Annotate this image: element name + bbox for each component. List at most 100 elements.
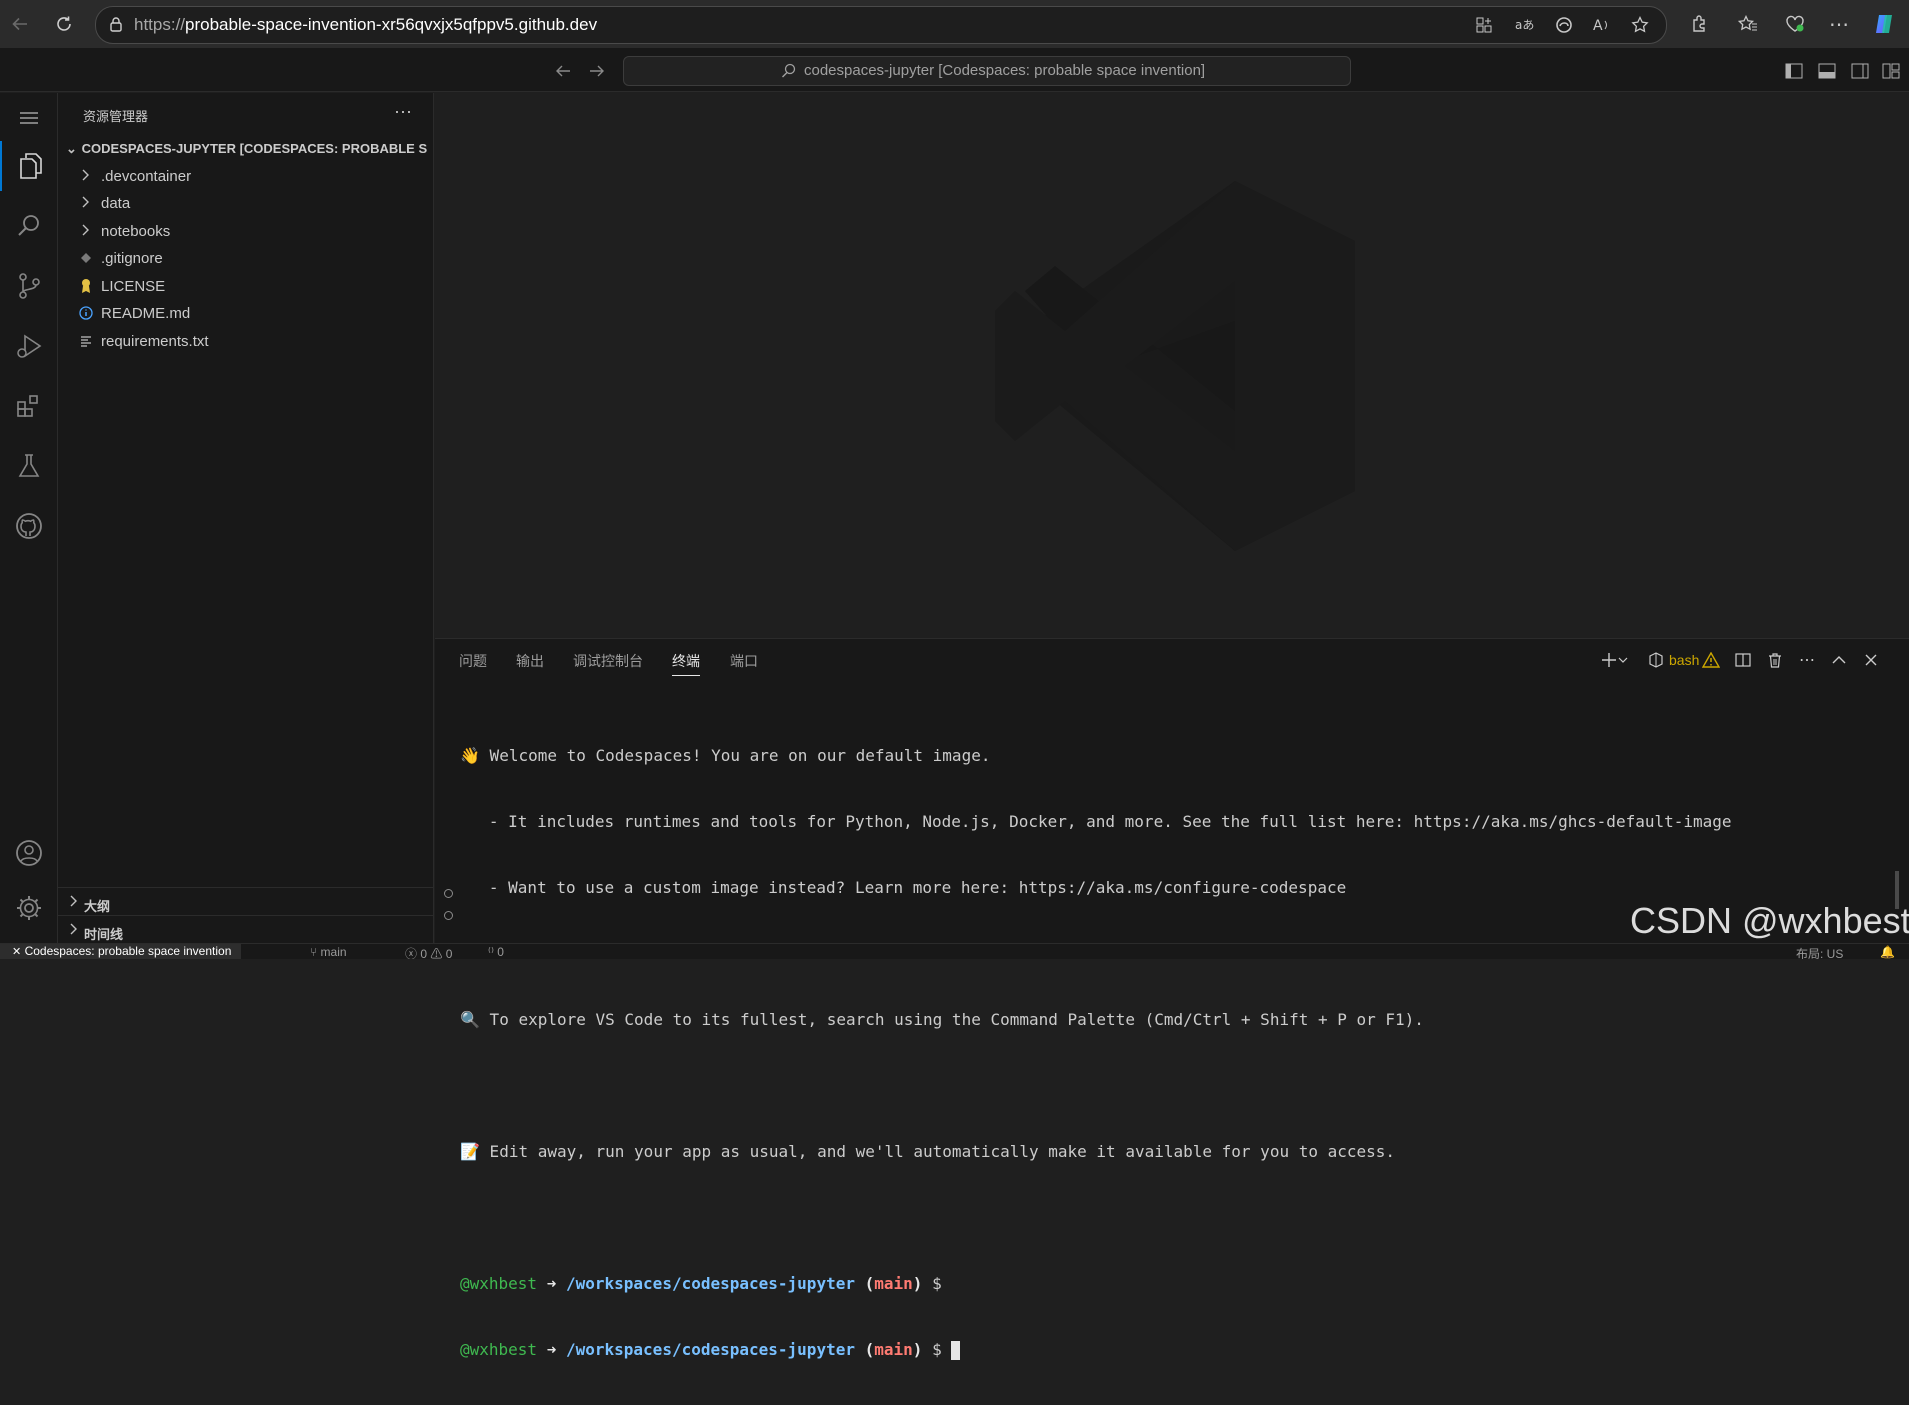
- chevron-down-icon: ⌄: [66, 141, 77, 156]
- toggle-secondary-sidebar-icon[interactable]: [1849, 60, 1871, 82]
- command-center-search[interactable]: codespaces-jupyter [Codespaces: probable…: [623, 56, 1351, 86]
- menu-icon[interactable]: [0, 93, 58, 143]
- explorer-title: 资源管理器: [83, 109, 149, 124]
- shell-name[interactable]: bash: [1669, 652, 1699, 668]
- terminal-line-explore: 🔍 To explore VS Code to its fullest, sea…: [460, 1010, 1424, 1029]
- terminal-line-welcome: 👋 Welcome to Codespaces! You are on our …: [460, 746, 991, 765]
- bottom-panel: 问题 输出 调试控制台 终端 端口 bash ⋯ 👋 Welcome to Co…: [435, 638, 1909, 1360]
- manage-gear-icon[interactable]: [0, 883, 58, 933]
- extensions-icon[interactable]: [1686, 11, 1712, 37]
- favorite-star-icon[interactable]: [1627, 12, 1653, 38]
- back-icon[interactable]: [6, 10, 34, 38]
- tab-debug-console[interactable]: 调试控制台: [573, 651, 643, 671]
- problems-indicator[interactable]: ⓧ 0 ⚠ 0: [405, 945, 452, 959]
- browser-essentials-icon[interactable]: [1782, 11, 1808, 37]
- translate-icon[interactable]: aあ: [1511, 12, 1537, 38]
- split-terminal-icon[interactable]: [1731, 648, 1755, 672]
- tree-item-data[interactable]: data: [58, 190, 434, 217]
- toggle-panel-icon[interactable]: [1816, 60, 1838, 82]
- terminal-line-runtimes: - It includes runtimes and tools for Pyt…: [460, 812, 1732, 831]
- notifications-icon[interactable]: 🔔: [1880, 945, 1895, 959]
- trash-icon[interactable]: [1763, 648, 1787, 672]
- run-and-debug-icon[interactable]: [0, 321, 58, 371]
- accounts-icon[interactable]: [0, 828, 58, 878]
- command-decoration-icon[interactable]: [444, 889, 453, 898]
- svg-text:aあ: aあ: [1515, 18, 1534, 32]
- explorer-more-icon[interactable]: ···: [394, 101, 412, 122]
- source-control-icon[interactable]: [0, 261, 58, 311]
- go-back-icon[interactable]: [552, 60, 574, 82]
- testing-icon[interactable]: [0, 441, 58, 491]
- maximize-panel-icon[interactable]: [1827, 648, 1851, 672]
- github-icon[interactable]: [0, 501, 58, 551]
- chevron-right-icon: [80, 168, 90, 182]
- favorites-icon[interactable]: [1735, 11, 1761, 37]
- toggle-primary-sidebar-icon[interactable]: [1783, 60, 1805, 82]
- browser-toolbar: https://probable-space-invention-xr56qvx…: [0, 0, 1909, 48]
- edge-icon[interactable]: [1551, 12, 1577, 38]
- keyboard-layout[interactable]: 布局: US: [1796, 945, 1843, 959]
- tab-output[interactable]: 输出: [516, 651, 544, 671]
- extensions-view-icon[interactable]: [0, 381, 58, 431]
- command-decoration-icon[interactable]: [444, 911, 453, 920]
- activity-bar: [0, 93, 58, 943]
- ports-indicator[interactable]: ⁽⁾ 0: [488, 945, 504, 959]
- svg-text:A: A: [1593, 18, 1603, 34]
- panel-more-icon[interactable]: ⋯: [1795, 648, 1819, 672]
- warning-icon: ⚠: [430, 947, 443, 959]
- vscode-titlebar: codespaces-jupyter [Codespaces: probable…: [0, 48, 1909, 92]
- tree-item-devcontainer[interactable]: .devcontainer: [58, 163, 434, 190]
- read-aloud-icon[interactable]: A: [1589, 12, 1615, 38]
- terminal-output[interactable]: 👋 Welcome to Codespaces! You are on our …: [460, 701, 1732, 1405]
- timeline-section[interactable]: 时间线: [58, 915, 434, 944]
- branch-indicator[interactable]: ⑂ main: [310, 945, 347, 959]
- more-options-icon[interactable]: ⋯: [1826, 11, 1852, 37]
- chevron-down-icon[interactable]: [1615, 648, 1631, 672]
- tree-item-gitignore[interactable]: .gitignore: [58, 245, 434, 272]
- go-forward-icon[interactable]: [586, 60, 608, 82]
- terminal-prompt-line: @wxhbest ➜ /workspaces/codespaces-jupyte…: [460, 1274, 942, 1293]
- tree-item-license[interactable]: LICENSE: [58, 273, 434, 300]
- explorer-sidebar: 资源管理器 ··· ⌄ CODESPACES-JUPYTER [CODESPAC…: [58, 93, 434, 943]
- remote-indicator[interactable]: ✕ Codespaces: probable space invention: [0, 944, 242, 959]
- tab-ports[interactable]: 端口: [730, 651, 758, 671]
- text-file-icon: [78, 333, 94, 349]
- terminal-prompt-line: @wxhbest ➜ /workspaces/codespaces-jupyte…: [460, 1339, 1732, 1361]
- remote-icon: ✕: [12, 946, 22, 958]
- refresh-icon[interactable]: [50, 10, 78, 38]
- search-view-icon[interactable]: [0, 201, 58, 251]
- tree-item-readme[interactable]: README.md: [58, 300, 434, 327]
- warning-icon[interactable]: [1699, 648, 1723, 672]
- explorer-icon[interactable]: [0, 141, 60, 191]
- address-bar[interactable]: https://probable-space-invention-xr56qvx…: [95, 6, 1667, 44]
- info-icon: [78, 305, 94, 321]
- tree-item-requirements[interactable]: requirements.txt: [58, 328, 434, 355]
- customize-layout-icon[interactable]: [1880, 60, 1902, 82]
- outline-section[interactable]: 大纲: [58, 887, 434, 916]
- tab-terminal[interactable]: 终端: [672, 651, 700, 676]
- editor-area[interactable]: [435, 93, 1909, 638]
- workspace-root-folder[interactable]: ⌄ CODESPACES-JUPYTER [CODESPACES: PROBAB…: [66, 141, 428, 157]
- terminal-cursor: [951, 1341, 961, 1360]
- status-bar: ✕ Codespaces: probable space invention ⑂…: [0, 943, 1909, 959]
- vscode-logo-watermark: [995, 181, 1355, 551]
- chevron-right-icon: [80, 195, 90, 209]
- license-icon: [78, 278, 94, 294]
- app-available-icon[interactable]: [1471, 12, 1497, 38]
- chevron-right-icon: [68, 922, 78, 936]
- url-text[interactable]: https://probable-space-invention-xr56qvx…: [134, 15, 597, 35]
- terminal-line-custom-image: - Want to use a custom image instead? Le…: [460, 878, 1347, 897]
- close-panel-icon[interactable]: [1859, 648, 1883, 672]
- csdn-watermark: CSDN @wxhbest: [1630, 900, 1909, 941]
- search-icon: [781, 63, 796, 78]
- git-file-icon: [78, 250, 94, 266]
- chevron-right-icon: [68, 894, 78, 908]
- tab-problems[interactable]: 问题: [459, 651, 487, 671]
- copilot-icon[interactable]: [1871, 11, 1897, 37]
- tree-item-notebooks[interactable]: notebooks: [58, 218, 434, 245]
- lock-icon[interactable]: [108, 16, 124, 32]
- error-icon: ⓧ: [405, 947, 418, 959]
- terminal-shell-icon[interactable]: [1646, 648, 1666, 672]
